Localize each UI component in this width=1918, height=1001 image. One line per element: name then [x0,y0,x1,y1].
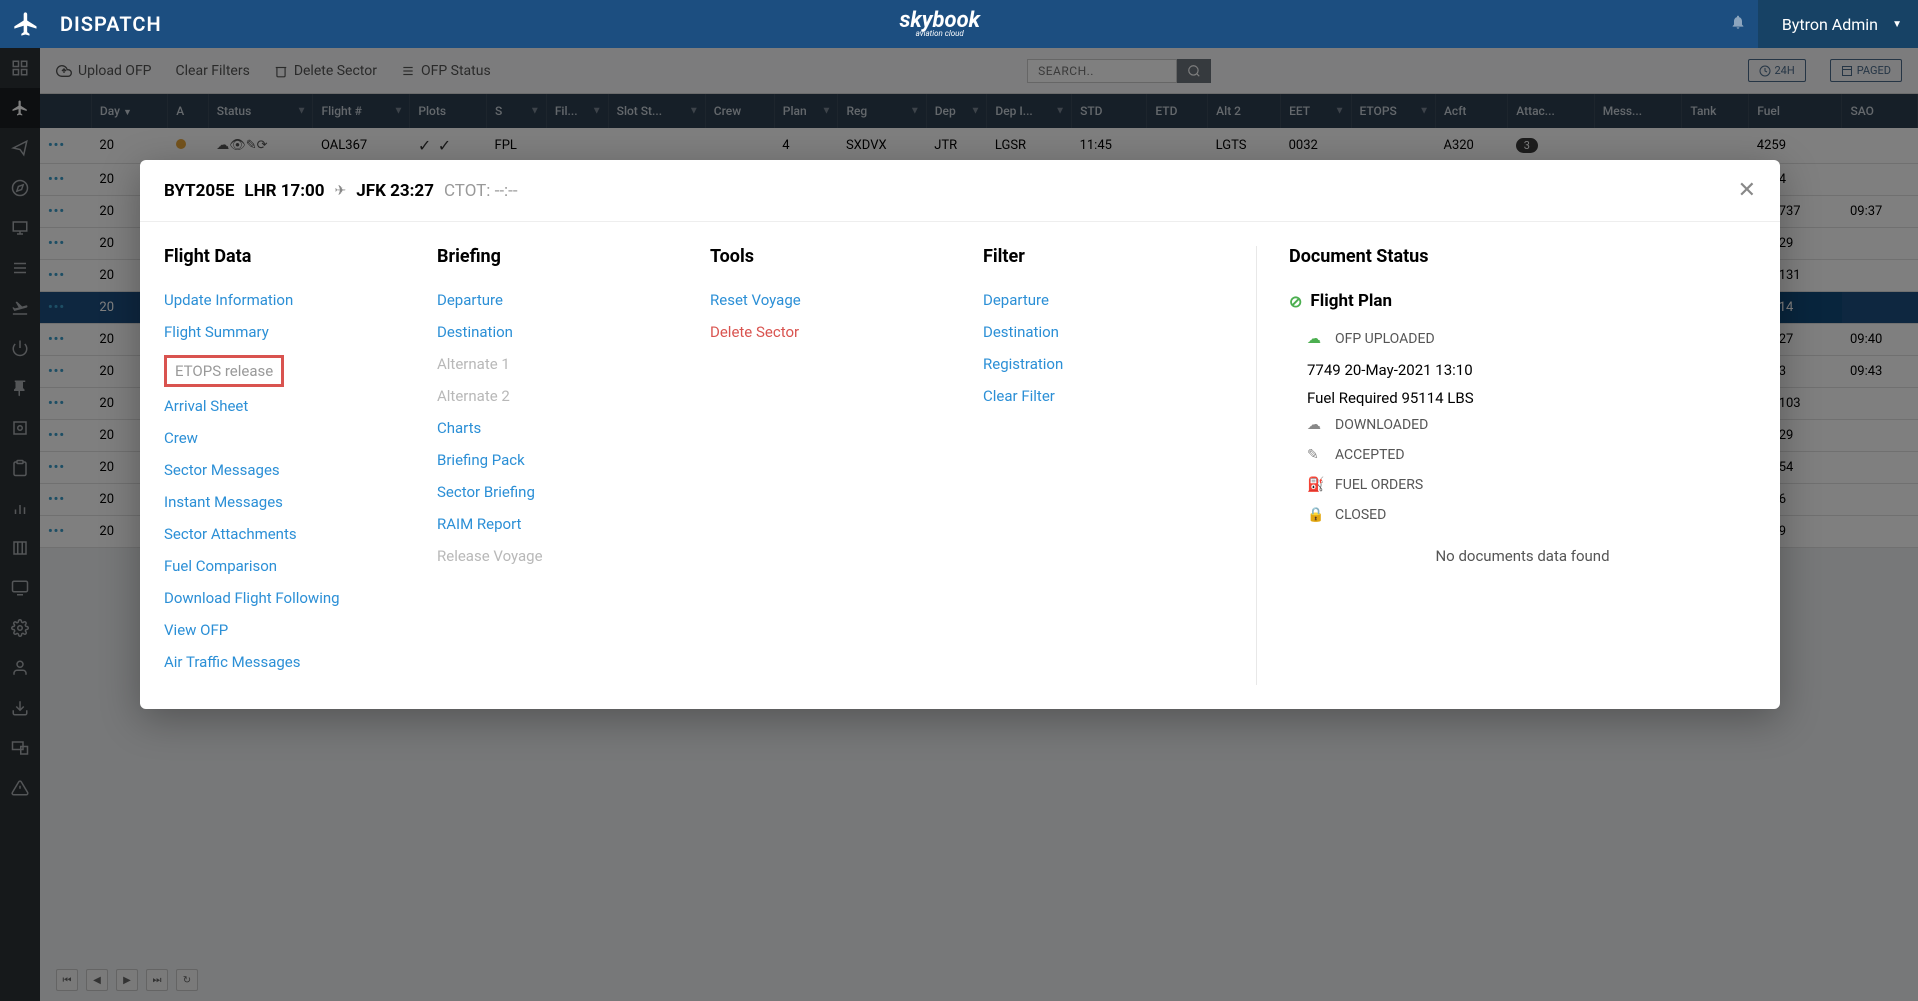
fuel-required: Fuel Required 95114 LBS [1307,389,1756,407]
modal-link[interactable]: Delete Sector [710,323,959,341]
page-title: DISPATCH [60,12,162,36]
modal-link[interactable]: Sector Briefing [437,483,686,501]
fuel-icon: ⛽ [1307,477,1325,493]
modal-link: Release Voyage [437,547,686,565]
app-header: DISPATCH skybook aviation cloud Bytron A… [0,0,1918,48]
modal-link[interactable]: Charts [437,419,686,437]
modal-link[interactable]: RAIM Report [437,515,686,533]
modal-link[interactable]: Sector Attachments [164,525,413,543]
tools-section: Tools Reset VoyageDelete Sector [710,246,983,685]
close-button[interactable]: ✕ [1738,178,1756,203]
lock-icon: 🔒 [1307,507,1325,523]
chevron-down-icon: ▼ [1892,19,1902,30]
modal-link[interactable]: Flight Summary [164,323,413,341]
modal-link[interactable]: Download Flight Following [164,589,413,607]
modal-link[interactable]: Sector Messages [164,461,413,479]
flight-detail-modal: BYT205E LHR 17:00 ✈ JFK 23:27 CTOT: --:-… [140,160,1780,709]
brand-logo: skybook aviation cloud [899,8,980,38]
no-documents-text: No documents data found [1289,547,1756,565]
modal-link[interactable]: Instant Messages [164,493,413,511]
cloud-download-icon: ☁ [1307,417,1325,433]
flight-data-section: Flight Data Update InformationFlight Sum… [164,246,437,685]
ofp-date: 7749 20-May-2021 13:10 [1307,361,1756,379]
modal-link[interactable]: Fuel Comparison [164,557,413,575]
notifications-icon[interactable] [1718,14,1758,34]
plane-icon [12,10,40,38]
modal-link[interactable]: Reset Voyage [710,291,959,309]
modal-title: BYT205E LHR 17:00 ✈ JFK 23:27 CTOT: --:-… [164,181,518,201]
modal-link[interactable]: Destination [437,323,686,341]
modal-link[interactable]: Departure [437,291,686,309]
modal-link[interactable]: Destination [983,323,1232,341]
cloud-upload-icon: ☁ [1307,331,1325,347]
user-menu[interactable]: Bytron Admin ▼ [1758,0,1918,48]
modal-link[interactable]: ETOPS release [164,355,284,387]
modal-link: Alternate 1 [437,355,686,373]
modal-link[interactable]: Clear Filter [983,387,1232,405]
modal-link[interactable]: Registration [983,355,1232,373]
filter-section: Filter DepartureDestinationRegistrationC… [983,246,1256,685]
check-circle-icon: ⊘ [1289,292,1302,311]
pencil-icon: ✎ [1307,447,1325,463]
modal-link[interactable]: Departure [983,291,1232,309]
modal-link[interactable]: View OFP [164,621,413,639]
modal-link[interactable]: Air Traffic Messages [164,653,413,671]
document-status-section: Document Status ⊘ Flight Plan ☁ OFP UPLO… [1256,246,1756,685]
user-name: Bytron Admin [1782,15,1878,34]
modal-link[interactable]: Arrival Sheet [164,397,413,415]
modal-link[interactable]: Briefing Pack [437,451,686,469]
briefing-section: Briefing DepartureDestinationAlternate 1… [437,246,710,685]
modal-link[interactable]: Update Information [164,291,413,309]
modal-link[interactable]: Crew [164,429,413,447]
modal-link: Alternate 2 [437,387,686,405]
plane-icon: ✈ [335,183,347,199]
